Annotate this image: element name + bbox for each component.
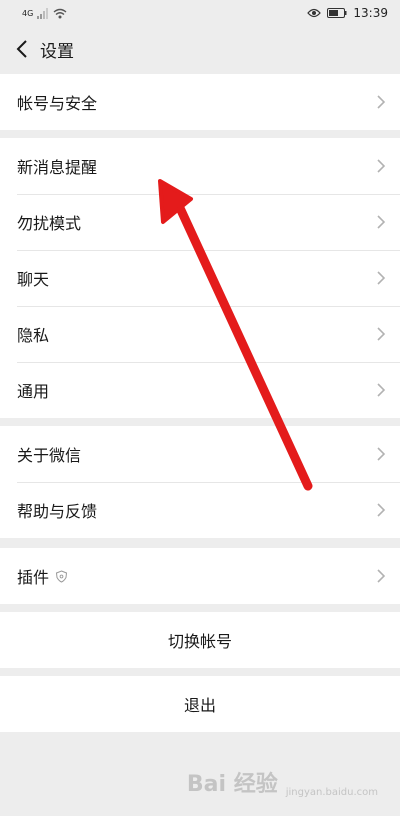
watermark-sub: jingyan.baidu.com <box>285 787 378 798</box>
settings-item-label: 聊天 <box>17 270 50 289</box>
chevron-right-icon <box>377 159 386 173</box>
chevron-right-icon <box>377 215 386 229</box>
settings-item-about[interactable]: 关于微信 <box>0 426 400 482</box>
settings-item-notifications[interactable]: 新消息提醒 <box>0 138 400 194</box>
signal-icon <box>37 7 49 19</box>
settings-item-label: 新消息提醒 <box>17 158 98 177</box>
logout-group: 退出 <box>0 676 400 732</box>
settings-item-privacy[interactable]: 隐私 <box>0 306 400 362</box>
logout-label: 退出 <box>183 696 216 715</box>
chevron-right-icon <box>377 383 386 397</box>
eye-icon <box>307 8 322 18</box>
settings-item-label: 勿扰模式 <box>17 214 82 233</box>
settings-item-help-feedback[interactable]: 帮助与反馈 <box>0 482 400 538</box>
watermark-text: Bai 经验 <box>186 772 278 797</box>
settings-item-label: 隐私 <box>17 326 50 345</box>
chevron-right-icon <box>377 569 386 583</box>
settings-group-about: 关于微信 帮助与反馈 <box>0 426 400 538</box>
settings-item-label: 帮助与反馈 <box>17 502 98 521</box>
settings-item-label: 通用 <box>17 382 50 401</box>
switch-account-button[interactable]: 切换帐号 <box>0 612 400 668</box>
settings-item-general[interactable]: 通用 <box>0 362 400 418</box>
settings-group-account: 帐号与安全 <box>0 74 400 130</box>
network-label: 4G <box>22 8 34 18</box>
chevron-right-icon <box>377 271 386 285</box>
status-bar: 4G 13:39 <box>0 0 400 26</box>
chevron-left-icon <box>16 40 27 58</box>
plugin-shield-icon <box>55 569 68 583</box>
chevron-right-icon <box>377 327 386 341</box>
back-button[interactable] <box>8 26 36 72</box>
switch-account-label: 切换帐号 <box>167 632 232 651</box>
settings-item-label: 插件 <box>17 568 50 587</box>
chevron-right-icon <box>377 503 386 517</box>
clock-time: 13:39 <box>353 6 388 20</box>
settings-item-account-security[interactable]: 帐号与安全 <box>0 74 400 130</box>
battery-icon <box>327 8 347 18</box>
chevron-right-icon <box>377 95 386 109</box>
nav-header: 设置 <box>0 26 400 72</box>
wifi-icon <box>53 8 67 18</box>
watermark: Bai 经验 jingyan.baidu.com <box>187 766 378 798</box>
settings-item-chats[interactable]: 聊天 <box>0 250 400 306</box>
switch-account-group: 切换帐号 <box>0 612 400 668</box>
settings-group-general: 新消息提醒 勿扰模式 聊天 隐私 通用 <box>0 138 400 418</box>
settings-item-label: 关于微信 <box>17 446 82 465</box>
page-title: 设置 <box>40 41 74 62</box>
settings-item-do-not-disturb[interactable]: 勿扰模式 <box>0 194 400 250</box>
settings-item-plugins[interactable]: 插件 <box>0 548 400 604</box>
settings-group-plugins: 插件 <box>0 548 400 604</box>
logout-button[interactable]: 退出 <box>0 676 400 732</box>
settings-item-label: 帐号与安全 <box>17 94 98 113</box>
chevron-right-icon <box>377 447 386 461</box>
